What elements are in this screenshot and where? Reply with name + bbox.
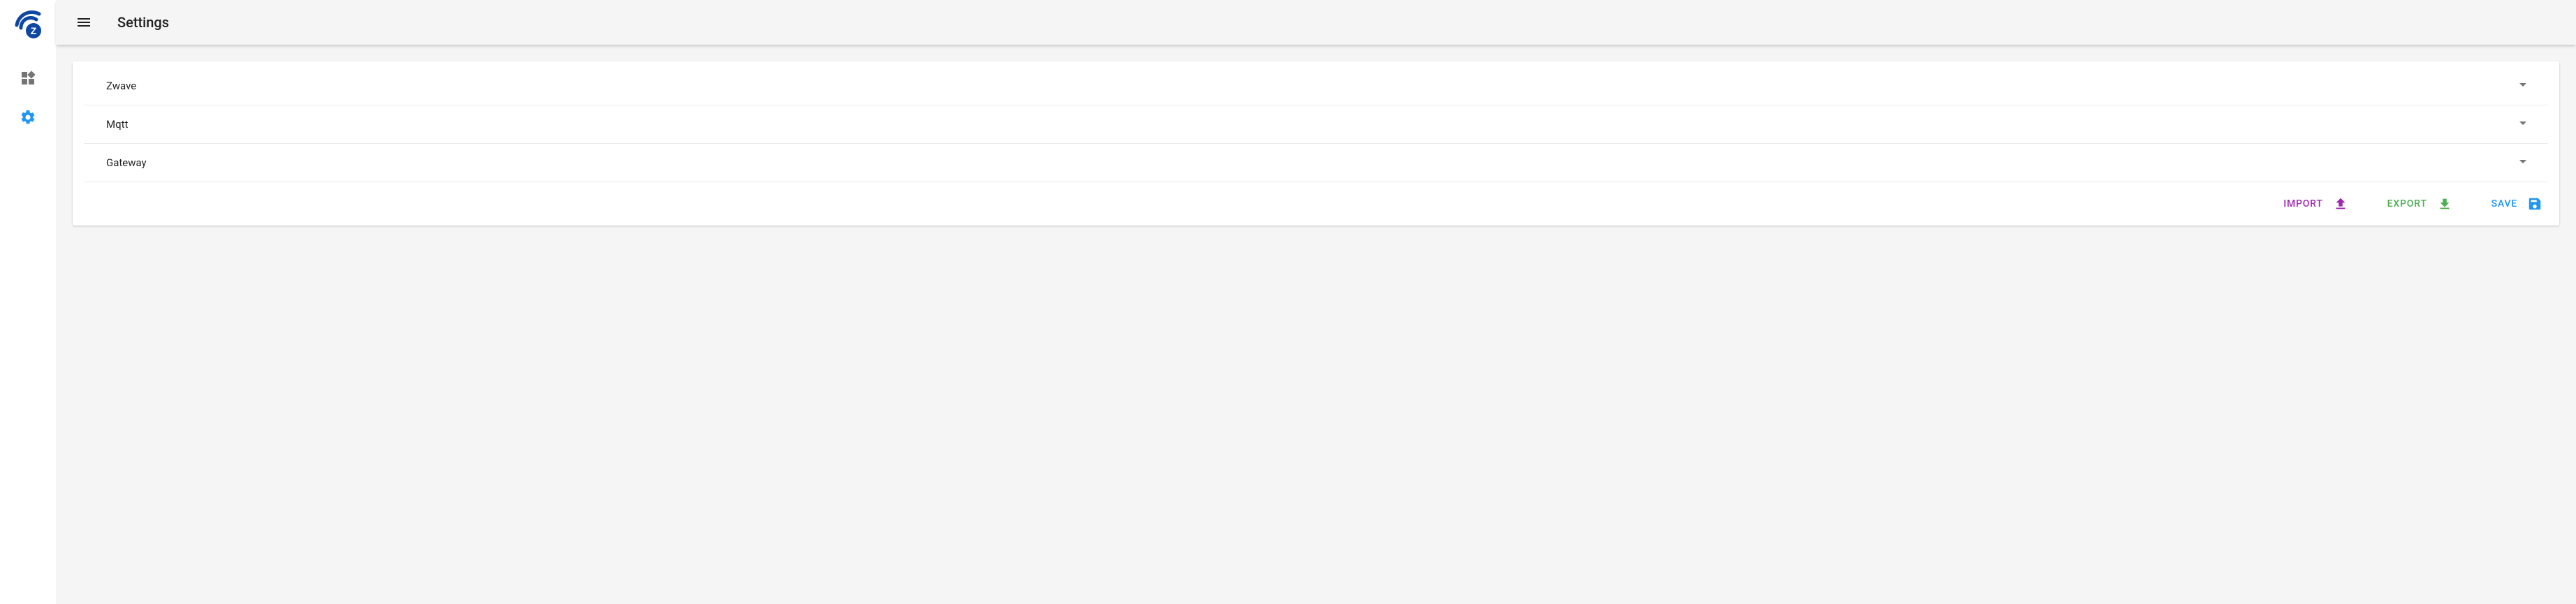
sidebar: Z	[0, 0, 56, 604]
action-bar: IMPORT EXPORT SAVE	[84, 182, 2548, 214]
zwave-logo-icon: Z	[13, 10, 43, 40]
panel-label: Mqtt	[106, 118, 128, 131]
panel-gateway: Gateway	[84, 144, 2548, 182]
settings-card: Zwave Mqtt G	[73, 61, 2559, 226]
content-area: Zwave Mqtt G	[56, 45, 2576, 242]
panel-header-zwave[interactable]: Zwave	[84, 67, 2548, 105]
page-title: Settings	[117, 14, 169, 31]
panel-label: Gateway	[106, 156, 147, 169]
sidebar-item-settings[interactable]	[11, 101, 45, 134]
save-icon	[2527, 196, 2542, 212]
svg-text:Z: Z	[31, 25, 37, 36]
save-button[interactable]: SAVE	[2491, 196, 2542, 212]
main-area: Settings Zwave Mqtt	[56, 0, 2576, 604]
hamburger-icon	[75, 14, 92, 31]
panel-label: Zwave	[106, 80, 136, 92]
app-root: Z Sett	[0, 0, 2576, 604]
save-button-label: SAVE	[2491, 198, 2517, 209]
chevron-down-icon	[2515, 76, 2531, 96]
panel-mqtt: Mqtt	[84, 105, 2548, 144]
export-button-label: EXPORT	[2387, 198, 2427, 209]
upload-icon	[2333, 196, 2348, 212]
menu-toggle-button[interactable]	[67, 6, 101, 39]
panel-zwave: Zwave	[84, 67, 2548, 105]
import-button-label: IMPORT	[2283, 198, 2322, 209]
widgets-icon	[20, 70, 36, 87]
chevron-down-icon	[2515, 153, 2531, 172]
topbar: Settings	[56, 0, 2576, 45]
download-icon	[2437, 196, 2452, 212]
gear-icon	[20, 109, 36, 126]
sidebar-item-dashboard[interactable]	[11, 61, 45, 95]
export-button[interactable]: EXPORT	[2387, 196, 2452, 212]
chevron-down-icon	[2515, 115, 2531, 134]
import-button[interactable]: IMPORT	[2283, 196, 2348, 212]
panel-header-mqtt[interactable]: Mqtt	[84, 105, 2548, 143]
panel-header-gateway[interactable]: Gateway	[84, 144, 2548, 182]
app-logo: Z	[11, 8, 45, 42]
